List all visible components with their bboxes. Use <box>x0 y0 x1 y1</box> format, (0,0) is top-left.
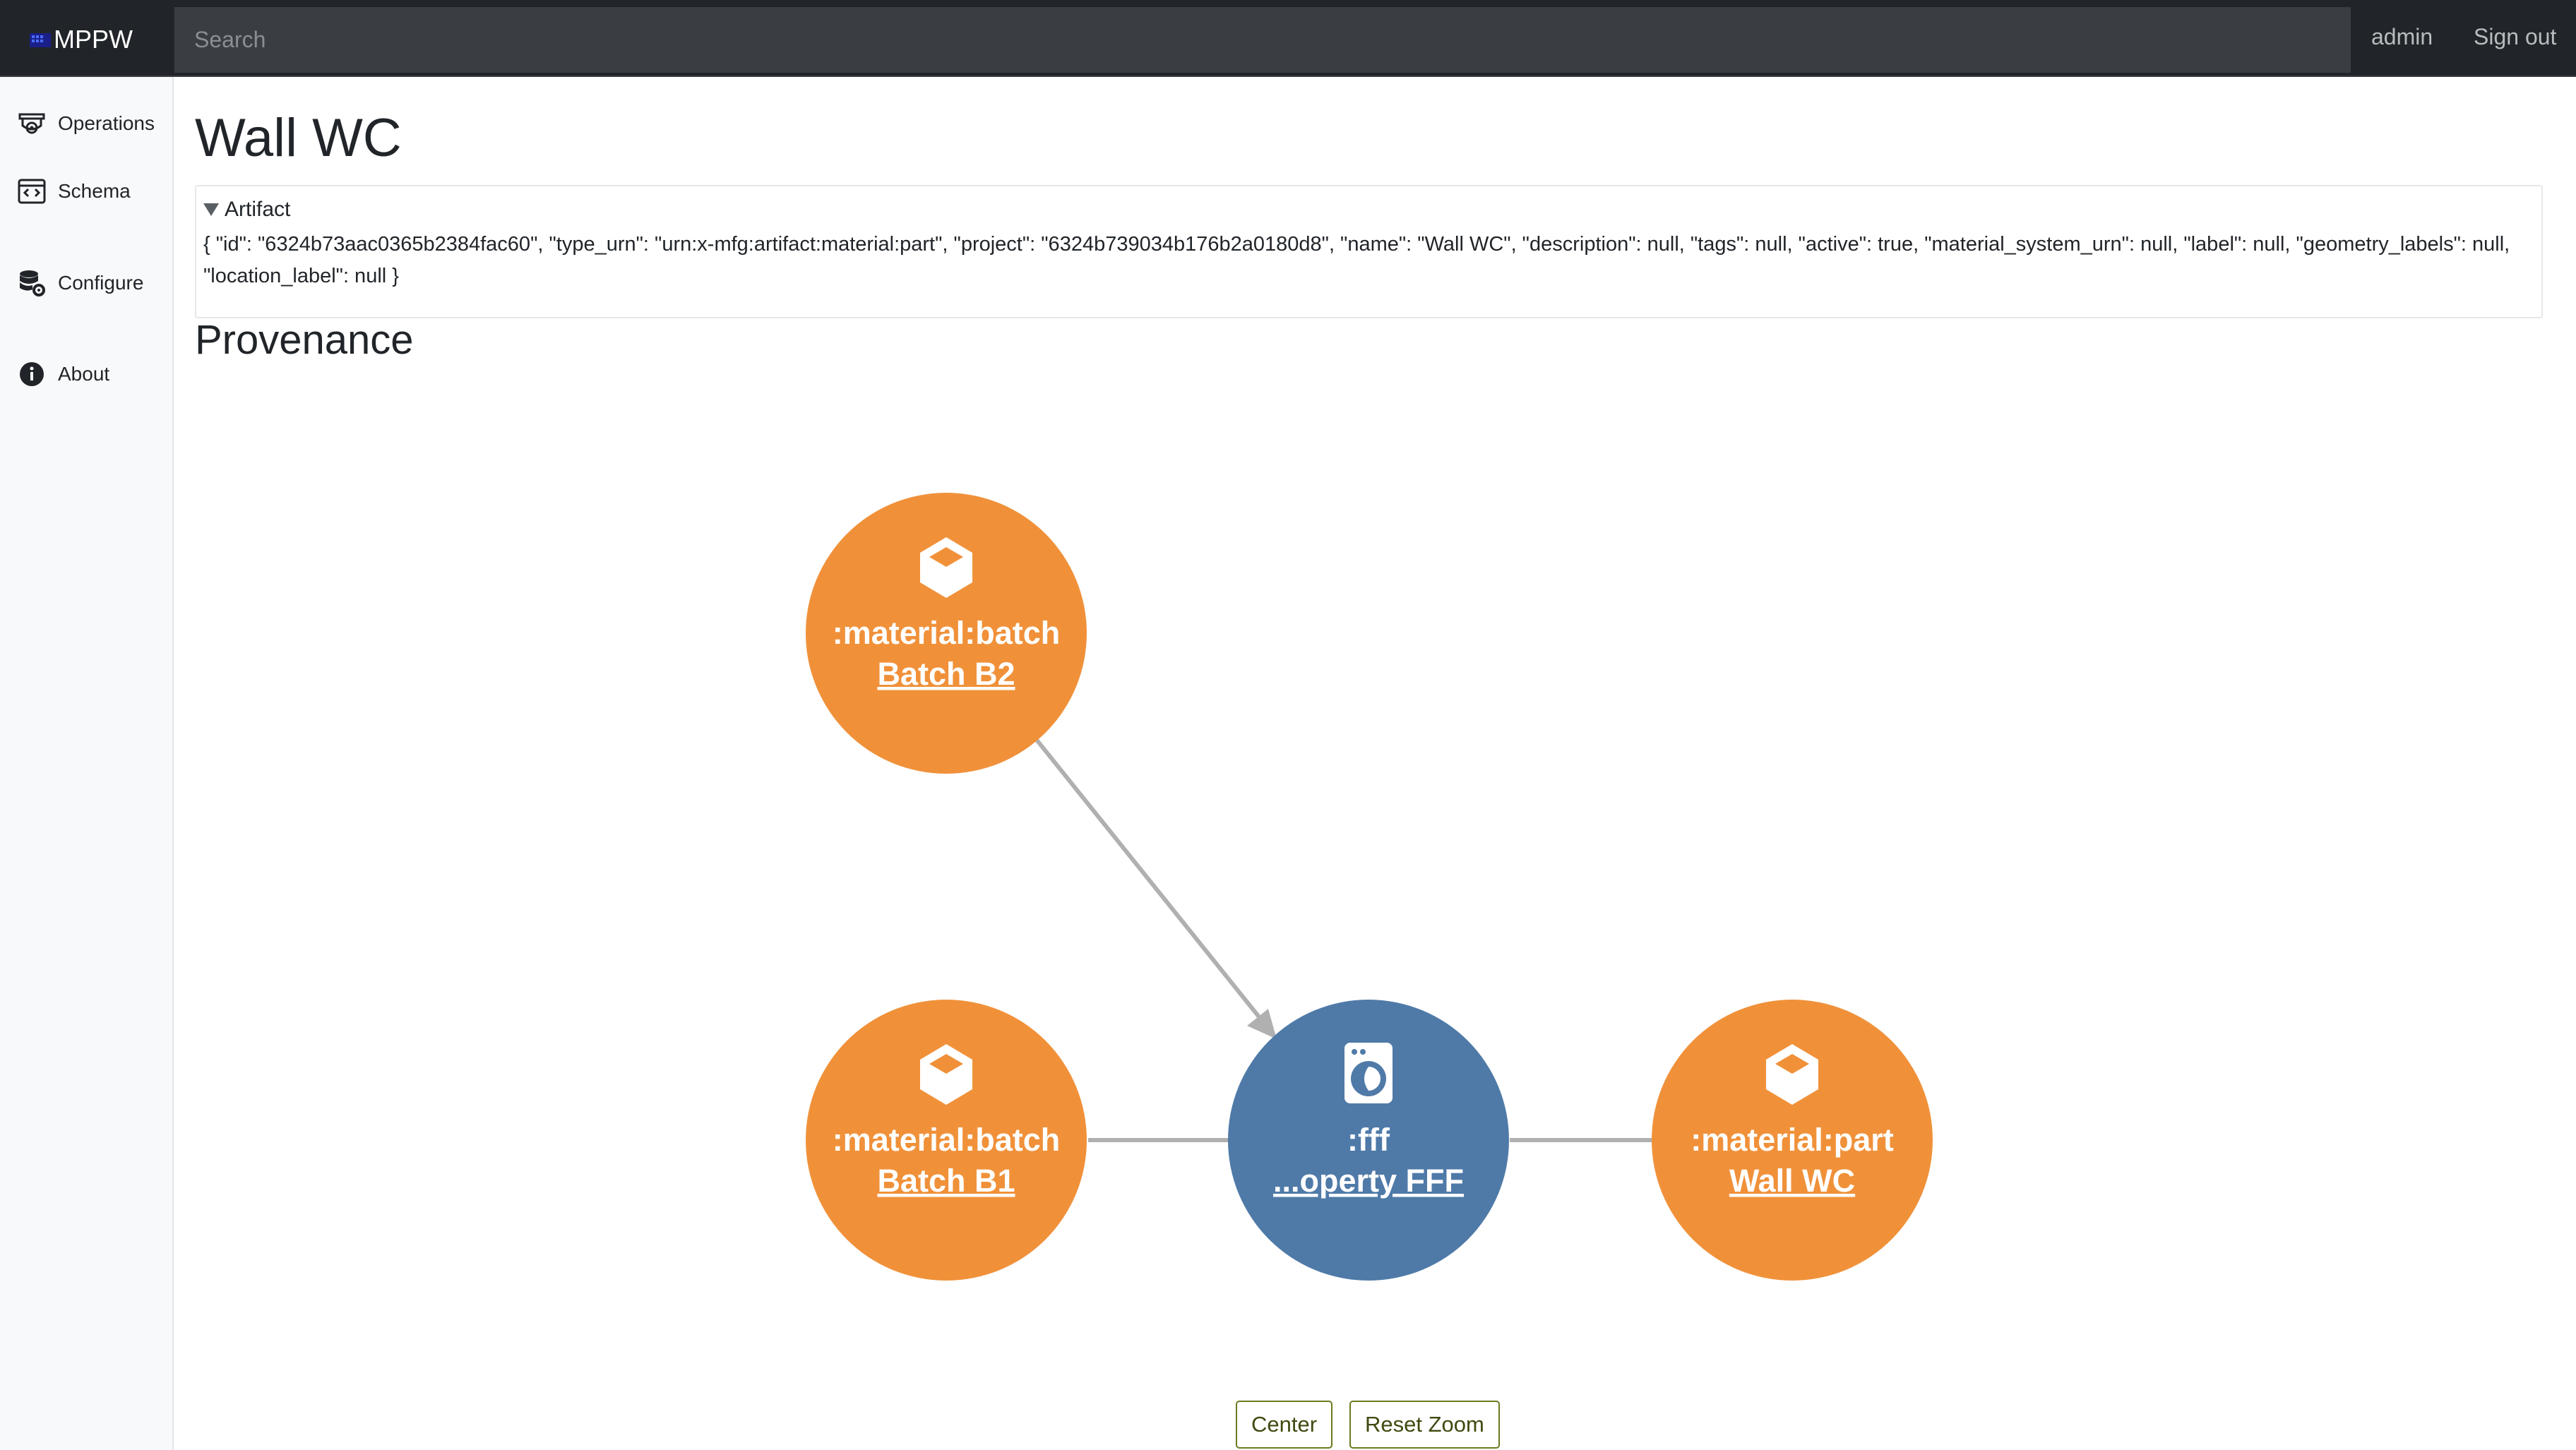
sidebar-item-label: Schema <box>58 180 131 202</box>
graph-node-operation-fff[interactable]: :fff ...operty FFF <box>1228 1000 1509 1281</box>
reset-zoom-button[interactable]: Reset Zoom <box>1349 1401 1500 1449</box>
sidebar-item-operations[interactable]: Operations <box>17 109 155 138</box>
top-navbar: MPPW admin Sign out <box>0 0 2576 77</box>
operations-icon <box>18 113 45 134</box>
user-name-link[interactable]: admin <box>2371 24 2433 50</box>
graph-node-wall-wc[interactable]: :material:part Wall WC <box>1652 1000 1933 1281</box>
brand-logo-icon <box>30 33 51 47</box>
artifact-summary-label: Artifact <box>225 198 291 221</box>
expanded-triangle-icon <box>203 203 219 216</box>
node-link[interactable]: Batch B2 <box>877 656 1015 692</box>
sidebar-item-configure[interactable]: Configure <box>17 268 143 298</box>
brand-text: MPPW <box>54 25 133 54</box>
graph-node-batch-b2[interactable]: :material:batch Batch B2 <box>806 493 1087 774</box>
artifact-json: { "id": "6324b73aac0365b2384fac60", "typ… <box>203 233 2510 287</box>
sidebar-item-label: Configure <box>58 272 144 294</box>
node-type-label: :material:batch <box>833 615 1061 651</box>
node-link[interactable]: Batch B1 <box>877 1163 1015 1199</box>
schema-icon <box>18 179 46 204</box>
node-type-label: :material:part <box>1690 1122 1894 1158</box>
database-gear-icon <box>20 270 45 296</box>
artifact-details: Artifact { "id": "6324b73aac0365b2384fac… <box>195 185 2543 318</box>
edge-b2-to-fff <box>1034 738 1268 1027</box>
node-type-label: :material:batch <box>833 1122 1061 1158</box>
node-type-label: :fff <box>1347 1122 1390 1158</box>
provenance-title: Provenance <box>195 317 414 363</box>
artifact-summary-toggle[interactable]: Artifact <box>203 198 290 222</box>
edge-arrowhead <box>1247 1009 1277 1039</box>
info-icon <box>20 362 44 386</box>
page-title: Wall WC <box>195 108 402 168</box>
provenance-graph[interactable]: :material:batch Batch B2 :material:batch… <box>175 395 2548 1384</box>
sign-out-link[interactable]: Sign out <box>2474 24 2556 50</box>
sidebar-item-schema[interactable]: Schema <box>17 176 131 206</box>
graph-node-batch-b1[interactable]: :material:batch Batch B1 <box>806 1000 1087 1281</box>
sidebar-item-label: Operations <box>58 112 155 134</box>
sidebar-item-label: About <box>58 363 110 385</box>
node-link[interactable]: ...operty FFF <box>1273 1163 1464 1199</box>
washing-machine-icon <box>1344 1043 1393 1103</box>
center-button[interactable]: Center <box>1236 1401 1333 1449</box>
sidebar-item-about[interactable]: About <box>17 359 109 389</box>
node-link[interactable]: Wall WC <box>1729 1163 1855 1199</box>
brand[interactable]: MPPW <box>27 20 133 59</box>
search-input[interactable] <box>174 7 2351 73</box>
sidebar: Operations Schema Configure About <box>0 77 174 1450</box>
